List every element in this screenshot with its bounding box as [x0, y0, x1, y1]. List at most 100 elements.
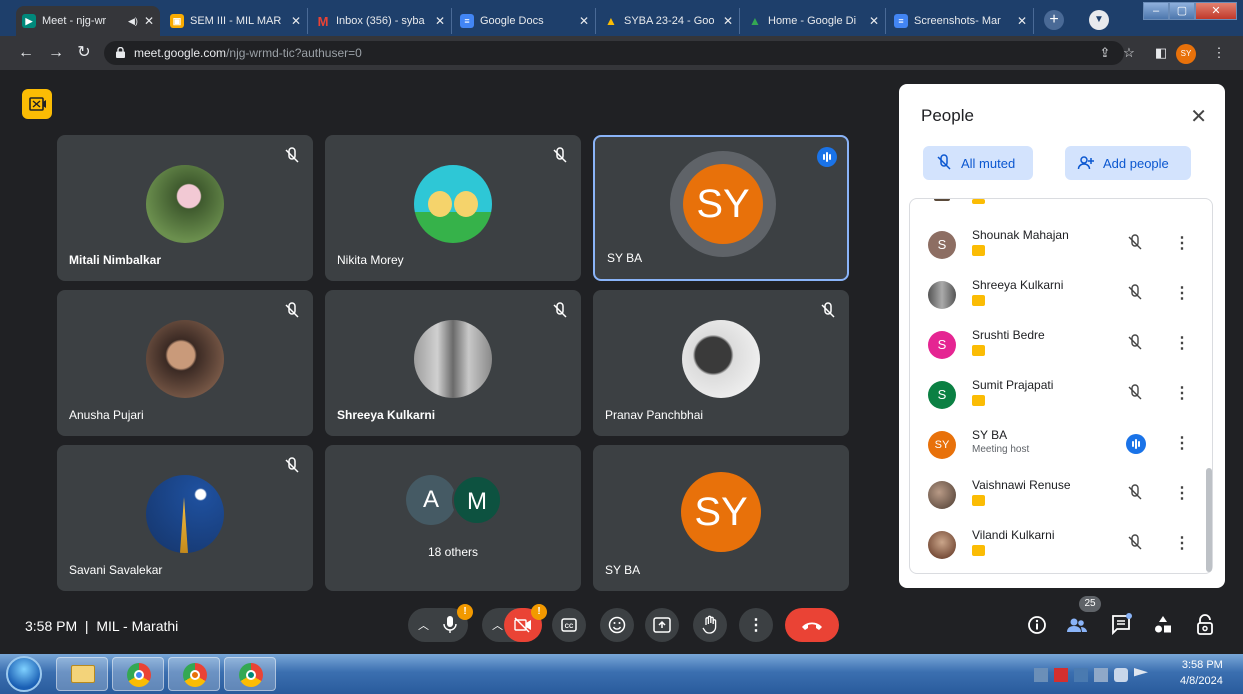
list-item[interactable]: Vaishnawi Renuse ⋮ — [910, 469, 1200, 519]
q-app-icon[interactable] — [1054, 668, 1068, 682]
window-close-icon[interactable]: ✕ — [1195, 2, 1237, 20]
close-tab-icon[interactable]: ✕ — [723, 14, 733, 28]
tab-sem-iii[interactable]: ▣ SEM III - MIL MAR ✕ — [164, 8, 308, 34]
mic-off-icon[interactable] — [1125, 483, 1145, 503]
profile-avatar[interactable]: SY — [1176, 44, 1196, 64]
volume-icon[interactable] — [1114, 668, 1128, 682]
captions-icon: CC — [561, 618, 577, 632]
close-tab-icon[interactable]: ✕ — [144, 14, 154, 28]
people-panel-title: People — [921, 106, 974, 125]
more-options-icon[interactable]: ⋮ — [1174, 433, 1190, 455]
close-icon[interactable]: ✕ — [1190, 104, 1207, 129]
window-controls: ‒ ▢ ✕ — [1143, 2, 1237, 20]
participant-tile[interactable]: Mitali Nimbalkar — [57, 135, 313, 281]
close-tab-icon[interactable]: ✕ — [435, 14, 445, 28]
more-options-icon[interactable]: ⋮ — [1174, 233, 1190, 255]
participant-tile[interactable]: Nikita Morey — [325, 135, 581, 281]
reactions-button[interactable] — [600, 608, 634, 642]
participant-list[interactable]: S Shounak Mahajan ⋮ Shreeya Kulkarni ⋮ S… — [909, 198, 1213, 574]
mic-off-icon[interactable] — [1125, 333, 1145, 353]
participant-tile-active[interactable]: SY SY BA — [593, 135, 849, 281]
more-options-icon[interactable]: ⋮ — [1174, 383, 1190, 405]
list-item[interactable]: Shreeya Kulkarni ⋮ — [910, 269, 1200, 319]
people-icon[interactable] — [1064, 612, 1090, 638]
system-clock[interactable]: 3:58 PM 4/8/2024 — [1180, 657, 1223, 689]
network-icon[interactable] — [1074, 668, 1088, 682]
display-icon[interactable] — [1094, 668, 1108, 682]
bookmark-star-icon[interactable]: ☆ — [1120, 44, 1138, 62]
share-icon[interactable]: ⇪ — [1096, 44, 1114, 62]
gmail-favicon-icon: M — [317, 13, 329, 29]
minimize-icon[interactable]: ‒ — [1143, 2, 1169, 20]
chevron-up-icon[interactable]: ︿ — [492, 617, 503, 633]
chat-icon[interactable] — [1108, 612, 1134, 638]
address-bar[interactable]: meet.google.com/njg-wrmd-tic?authuser=0 — [104, 41, 1124, 65]
windows-start-icon[interactable] — [6, 656, 42, 692]
host-controls-lock-icon[interactable] — [1192, 612, 1218, 638]
keyboard-icon[interactable] — [1034, 668, 1048, 682]
list-item[interactable]: Vilandi Kulkarni ⋮ — [910, 519, 1200, 569]
list-item[interactable]: SY SY BA Meeting host ⋮ — [910, 419, 1200, 469]
reload-icon[interactable]: ↻ — [74, 43, 94, 63]
tab-google-docs[interactable]: ≡ Google Docs ✕ — [454, 8, 596, 34]
audio-icon[interactable]: ◀) — [128, 16, 138, 27]
host-controls-icon[interactable] — [22, 89, 52, 119]
mic-off-icon[interactable] — [1125, 233, 1145, 253]
chrome-profile-sy-icon[interactable] — [168, 657, 220, 691]
avatar: S — [928, 381, 956, 409]
more-options-button[interactable]: ⋮ — [739, 608, 773, 642]
others-tile[interactable]: A M 18 others — [325, 445, 581, 591]
close-tab-icon[interactable]: ✕ — [1017, 14, 1027, 28]
chrome-icon[interactable] — [112, 657, 164, 691]
captions-button[interactable]: CC — [552, 608, 586, 642]
more-options-icon[interactable]: ⋮ — [1174, 283, 1190, 305]
mic-off-icon[interactable] — [1125, 383, 1145, 403]
more-options-icon[interactable]: ⋮ — [1174, 483, 1190, 505]
meeting-info: 3:58 PM | MIL - Marathi — [25, 618, 179, 634]
file-explorer-icon[interactable] — [56, 657, 108, 691]
chrome-profile-fy-icon[interactable] — [224, 657, 276, 691]
activities-icon[interactable] — [1150, 612, 1176, 638]
raise-hand-button[interactable] — [693, 608, 727, 642]
mic-off-icon[interactable] — [1125, 283, 1145, 303]
url-text: meet.google.com/njg-wrmd-tic?authuser=0 — [134, 46, 362, 60]
chevron-up-icon[interactable]: ︿ — [418, 617, 429, 633]
tab-inbox[interactable]: M Inbox (356) - syba ✕ — [310, 8, 452, 34]
close-tab-icon[interactable]: ✕ — [869, 14, 879, 28]
tab-search-chevron-icon[interactable]: ▼ — [1089, 10, 1109, 30]
new-tab-icon[interactable]: + — [1044, 10, 1064, 30]
participant-tile[interactable]: Shreeya Kulkarni — [325, 290, 581, 436]
others-count: 18 others — [427, 545, 479, 559]
others-avatar: M — [452, 475, 502, 525]
browser-menu-icon[interactable]: ⋮ — [1210, 44, 1228, 62]
list-item[interactable]: S Shounak Mahajan ⋮ — [910, 219, 1200, 269]
tab-meet[interactable]: ▶ Meet - njg-wr ◀) ✕ — [16, 6, 160, 36]
back-arrow-icon[interactable]: ← — [16, 43, 36, 63]
forward-arrow-icon[interactable]: → — [46, 43, 66, 63]
tab-syba-drive[interactable]: ▲ SYBA 23-24 - Goo ✕ — [598, 8, 740, 34]
close-tab-icon[interactable]: ✕ — [291, 14, 301, 28]
tab-screenshots[interactable]: ≡ Screenshots- Mar ✕ — [888, 8, 1034, 34]
meeting-details-icon[interactable] — [1024, 612, 1050, 638]
participant-tile[interactable]: Savani Savalekar — [57, 445, 313, 591]
participant-tile[interactable]: Pranav Panchbhai — [593, 290, 849, 436]
tab-home-drive[interactable]: ▲ Home - Google Di ✕ — [742, 8, 886, 34]
mic-off-icon — [937, 154, 951, 170]
scrollbar[interactable] — [1206, 468, 1212, 572]
more-options-icon[interactable]: ⋮ — [1174, 533, 1190, 555]
leave-call-button[interactable] — [785, 608, 839, 642]
all-muted-button[interactable]: All muted — [923, 146, 1033, 180]
avatar — [928, 531, 956, 559]
present-screen-button[interactable] — [645, 608, 679, 642]
participant-tile[interactable]: Anusha Pujari — [57, 290, 313, 436]
self-tile[interactable]: SY SY BA — [593, 445, 849, 591]
list-item[interactable]: S Srushti Bedre ⋮ — [910, 319, 1200, 369]
close-tab-icon[interactable]: ✕ — [579, 14, 589, 28]
more-options-icon[interactable]: ⋮ — [1174, 333, 1190, 355]
mic-off-icon[interactable] — [1125, 533, 1145, 553]
flag-icon[interactable] — [1134, 668, 1148, 677]
list-item[interactable]: S Sumit Prajapati ⋮ — [910, 369, 1200, 419]
add-people-button[interactable]: Add people — [1065, 146, 1191, 180]
maximize-icon[interactable]: ▢ — [1169, 2, 1195, 20]
side-panel-icon[interactable]: ◧ — [1152, 44, 1170, 62]
